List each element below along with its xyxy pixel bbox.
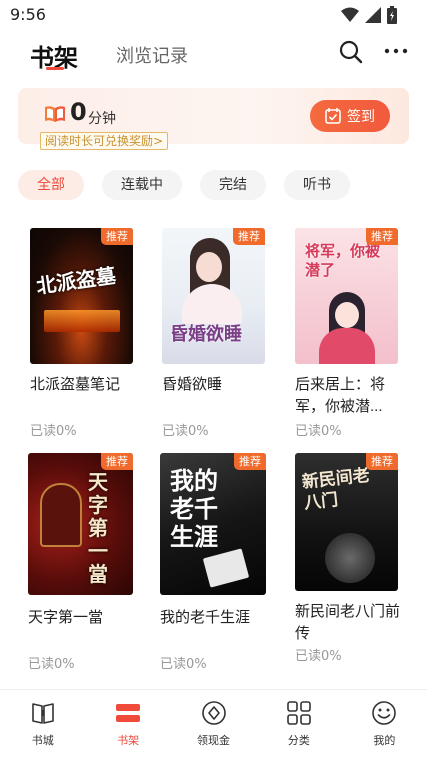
- cover-text: 将军，你被潜了: [305, 242, 381, 279]
- nav-bookshelf[interactable]: 书架: [85, 690, 170, 759]
- book-title[interactable]: 新民间老八门前传: [295, 601, 405, 645]
- recommend-badge: 推荐: [234, 453, 266, 470]
- book-progress: 已读0%: [162, 424, 209, 439]
- nav-label: 书架: [117, 734, 140, 747]
- recommend-badge: 推荐: [233, 228, 265, 245]
- nav-label: 分类: [287, 734, 310, 747]
- book-cover[interactable]: 昏婚欲睡 推荐: [162, 228, 265, 364]
- coin-icon: [201, 701, 226, 725]
- calendar-check-icon: [325, 108, 341, 124]
- filter-all[interactable]: 全部: [18, 170, 84, 200]
- cover-text: 北派盗墓: [34, 263, 118, 299]
- nav-label: 我的: [373, 734, 396, 747]
- filter-completed[interactable]: 完结: [200, 170, 266, 200]
- book-cover[interactable]: 北派盗墓 推荐: [30, 228, 133, 364]
- nav-category[interactable]: 分类: [256, 690, 341, 759]
- book-progress: 已读0%: [295, 424, 342, 439]
- nav-cash[interactable]: 领现金: [171, 690, 256, 759]
- nav-profile[interactable]: 我的: [342, 690, 427, 759]
- book-title[interactable]: 昏婚欲睡: [162, 374, 272, 396]
- reading-minutes-value: 0: [70, 98, 87, 126]
- cover-text: 天字第一當: [88, 470, 108, 586]
- bookshelf-icon: [116, 704, 141, 722]
- smiley-icon: [372, 701, 397, 725]
- book-progress: 已读0%: [295, 649, 342, 664]
- battery-icon: [387, 6, 397, 24]
- filter-chips: 全部 连载中 完结 听书: [18, 170, 350, 200]
- status-icons: [341, 6, 397, 24]
- bottom-nav: 书城 书架 领现金 分类 我的: [0, 689, 427, 759]
- recommend-badge: 推荐: [101, 228, 133, 245]
- nav-label: 领现金: [197, 734, 231, 747]
- search-icon[interactable]: [338, 39, 364, 65]
- book-title[interactable]: 后来居上：将军，你被潜...: [295, 374, 405, 418]
- top-header: 书架 浏览记录: [0, 30, 427, 80]
- status-time: 9:56: [10, 5, 46, 24]
- signal-icon: [365, 7, 381, 23]
- book-title[interactable]: 我的老千生涯: [160, 607, 270, 629]
- book-cover[interactable]: 新民间老八门 推荐: [295, 453, 398, 591]
- cover-text: 昏婚欲睡: [170, 324, 242, 345]
- more-icon[interactable]: [384, 47, 408, 55]
- recommend-badge: 推荐: [101, 453, 133, 470]
- grid-icon: [287, 701, 311, 725]
- book-cover[interactable]: 我的老千生涯 推荐: [160, 453, 266, 595]
- checkin-button[interactable]: 签到: [310, 100, 390, 132]
- recommend-badge: 推荐: [366, 453, 398, 470]
- checkin-label: 签到: [347, 109, 375, 125]
- filter-serializing[interactable]: 连载中: [102, 170, 182, 200]
- tab-active-indicator: [46, 67, 64, 70]
- nav-label: 书城: [31, 734, 54, 747]
- filter-audiobook[interactable]: 听书: [284, 170, 350, 200]
- status-bar: 9:56: [0, 0, 427, 30]
- tab-history[interactable]: 浏览记录: [116, 42, 188, 68]
- book-progress: 已读0%: [30, 424, 77, 439]
- cover-text: 我的老千生涯: [170, 466, 218, 551]
- cover-text: 新民间老八门: [300, 465, 371, 514]
- book-cover[interactable]: 天字第一當 推荐: [28, 453, 133, 595]
- reading-minutes-unit: 分钟: [88, 111, 116, 127]
- reward-tip-link[interactable]: 阅读时长可兑换奖励>: [40, 132, 169, 150]
- recommend-badge: 推荐: [366, 228, 398, 245]
- reading-time-banner: 0 分钟 阅读时长可兑换奖励> 签到: [18, 88, 409, 150]
- book-title[interactable]: 北派盗墓笔记: [30, 374, 140, 396]
- book-progress: 已读0%: [28, 657, 75, 672]
- book-progress: 已读0%: [160, 657, 207, 672]
- book-cover[interactable]: 将军，你被潜了 推荐: [295, 228, 398, 364]
- nav-bookstore[interactable]: 书城: [0, 690, 85, 759]
- book-title[interactable]: 天字第一當: [28, 607, 138, 629]
- book-open-icon: [31, 703, 54, 724]
- book-icon: [45, 106, 65, 122]
- wifi-icon: [341, 7, 359, 22]
